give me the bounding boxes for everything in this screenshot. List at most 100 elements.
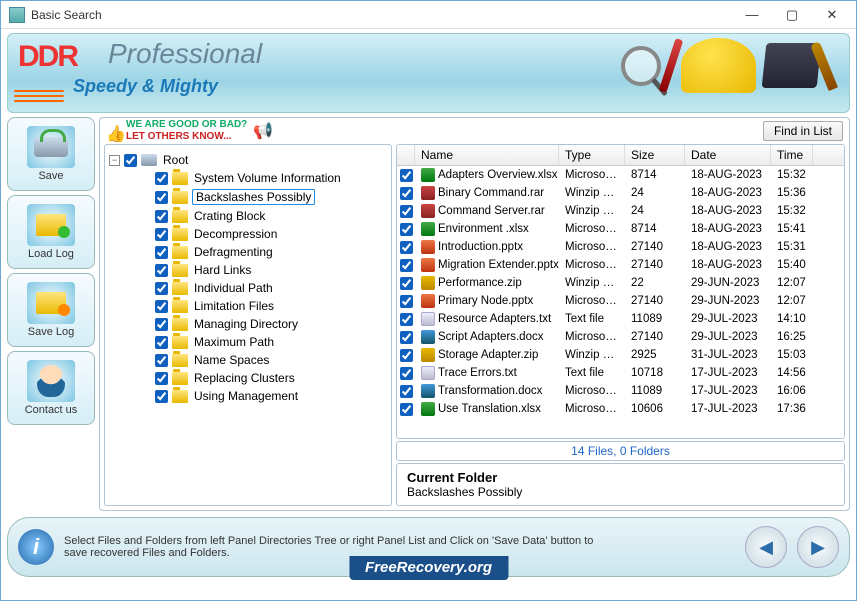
tree-item[interactable]: Decompression	[107, 225, 389, 243]
tree-checkbox[interactable]	[155, 390, 168, 403]
tree-item[interactable]: Defragmenting	[107, 243, 389, 261]
status-bar: 14 Files, 0 Folders	[396, 441, 845, 461]
root-checkbox[interactable]	[124, 154, 137, 167]
swoosh-icon	[14, 90, 64, 92]
feedback-link[interactable]: WE ARE GOOD OR BAD? LET OTHERS KNOW...	[126, 119, 247, 143]
tree-item[interactable]: Hard Links	[107, 261, 389, 279]
tree-item[interactable]: Crating Block	[107, 207, 389, 225]
row-checkbox[interactable]	[400, 241, 413, 254]
save-log-button[interactable]: Save Log	[7, 273, 95, 347]
file-name: Primary Node.pptx	[438, 295, 533, 307]
minimize-button[interactable]: —	[732, 2, 772, 28]
expander-icon[interactable]: −	[109, 155, 120, 166]
file-xlsx-icon	[421, 168, 435, 182]
row-checkbox[interactable]	[400, 259, 413, 272]
list-row[interactable]: Trace Errors.txt Text file 10718 17-JUL-…	[397, 364, 844, 382]
tree-checkbox[interactable]	[155, 300, 168, 313]
file-type: Microsoft...	[559, 295, 625, 307]
row-checkbox[interactable]	[400, 403, 413, 416]
tree-checkbox[interactable]	[155, 354, 168, 367]
list-row[interactable]: Introduction.pptx Microsoft... 27140 18-…	[397, 238, 844, 256]
back-button[interactable]: ◀	[745, 526, 787, 568]
tree-item-label: Maximum Path	[192, 335, 276, 349]
file-size: 27140	[625, 331, 685, 343]
folder-icon	[172, 390, 188, 403]
tree-checkbox[interactable]	[155, 372, 168, 385]
save-button[interactable]: Save	[7, 117, 95, 191]
tree-item[interactable]: System Volume Information	[107, 169, 389, 187]
file-date: 29-JUL-2023	[685, 331, 771, 343]
file-date: 18-AUG-2023	[685, 205, 771, 217]
find-in-list-button[interactable]: Find in List	[763, 121, 843, 141]
row-checkbox[interactable]	[400, 349, 413, 362]
tree-checkbox[interactable]	[155, 228, 168, 241]
tree-checkbox[interactable]	[155, 172, 168, 185]
tree-item[interactable]: Maximum Path	[107, 333, 389, 351]
tree-checkbox[interactable]	[155, 191, 168, 204]
col-size[interactable]: Size	[625, 145, 685, 165]
save-log-label: Save Log	[28, 326, 74, 338]
file-rar-icon	[421, 204, 435, 218]
tree-checkbox[interactable]	[155, 264, 168, 277]
contact-us-button[interactable]: Contact us	[7, 351, 95, 425]
list-row[interactable]: Binary Command.rar Winzip File 24 18-AUG…	[397, 184, 844, 202]
file-type: Microsoft...	[559, 241, 625, 253]
tree-item[interactable]: Managing Directory	[107, 315, 389, 333]
list-row[interactable]: Migration Extender.pptx Microsoft... 271…	[397, 256, 844, 274]
close-button[interactable]: ✕	[812, 2, 852, 28]
row-checkbox[interactable]	[400, 295, 413, 308]
tree-checkbox[interactable]	[155, 246, 168, 259]
tree-checkbox[interactable]	[155, 336, 168, 349]
col-date[interactable]: Date	[685, 145, 771, 165]
list-row[interactable]: Storage Adapter.zip Winzip File 2925 31-…	[397, 346, 844, 364]
load-log-button[interactable]: Load Log	[7, 195, 95, 269]
tree-checkbox[interactable]	[155, 282, 168, 295]
list-row[interactable]: Transformation.docx Microsoft... 11089 1…	[397, 382, 844, 400]
maximize-button[interactable]: ▢	[772, 2, 812, 28]
row-checkbox[interactable]	[400, 205, 413, 218]
list-row[interactable]: Adapters Overview.xlsx Microsoft... 8714…	[397, 166, 844, 184]
row-checkbox[interactable]	[400, 277, 413, 290]
disk-icon	[141, 154, 157, 166]
row-checkbox[interactable]	[400, 385, 413, 398]
tree-item-label: Hard Links	[192, 263, 253, 277]
col-type[interactable]: Type	[559, 145, 625, 165]
tree-checkbox[interactable]	[155, 318, 168, 331]
file-name: Command Server.rar	[438, 205, 545, 217]
list-row[interactable]: Primary Node.pptx Microsoft... 27140 29-…	[397, 292, 844, 310]
tree-item[interactable]: Name Spaces	[107, 351, 389, 369]
tree-item[interactable]: Individual Path	[107, 279, 389, 297]
list-row[interactable]: Resource Adapters.txt Text file 11089 29…	[397, 310, 844, 328]
col-name[interactable]: Name	[415, 145, 559, 165]
tree-item[interactable]: Replacing Clusters	[107, 369, 389, 387]
row-checkbox[interactable]	[400, 367, 413, 380]
tree-item[interactable]: Backslashes Possibly	[107, 187, 389, 207]
row-checkbox[interactable]	[400, 223, 413, 236]
magnifier-icon	[621, 46, 661, 86]
list-row[interactable]: Command Server.rar Winzip File 24 18-AUG…	[397, 202, 844, 220]
file-date: 18-AUG-2023	[685, 241, 771, 253]
tree-panel[interactable]: − Root System Volume Information Backsla…	[104, 144, 392, 506]
next-button[interactable]: ▶	[797, 526, 839, 568]
row-checkbox[interactable]	[400, 169, 413, 182]
folder-icon	[172, 336, 188, 349]
tree-item[interactable]: Limitation Files	[107, 297, 389, 315]
row-checkbox[interactable]	[400, 187, 413, 200]
file-pptx-icon	[421, 258, 435, 272]
site-tag: FreeRecovery.org	[349, 556, 508, 580]
root-label: Root	[161, 153, 190, 167]
tree-checkbox[interactable]	[155, 210, 168, 223]
list-row[interactable]: Use Translation.xlsx Microsoft... 10606 …	[397, 400, 844, 418]
list-body[interactable]: Adapters Overview.xlsx Microsoft... 8714…	[397, 166, 844, 438]
footer-hint: Select Files and Folders from left Panel…	[64, 535, 604, 559]
folder-icon	[172, 264, 188, 277]
tree-item-label: Using Management	[192, 389, 300, 403]
list-row[interactable]: Script Adapters.docx Microsoft... 27140 …	[397, 328, 844, 346]
row-checkbox[interactable]	[400, 313, 413, 326]
row-checkbox[interactable]	[400, 331, 413, 344]
col-time[interactable]: Time	[771, 145, 813, 165]
list-row[interactable]: Performance.zip Winzip File 22 29-JUN-20…	[397, 274, 844, 292]
tree-item[interactable]: Using Management	[107, 387, 389, 405]
list-row[interactable]: Environment .xlsx Microsoft... 8714 18-A…	[397, 220, 844, 238]
tree-root[interactable]: − Root	[107, 151, 389, 169]
